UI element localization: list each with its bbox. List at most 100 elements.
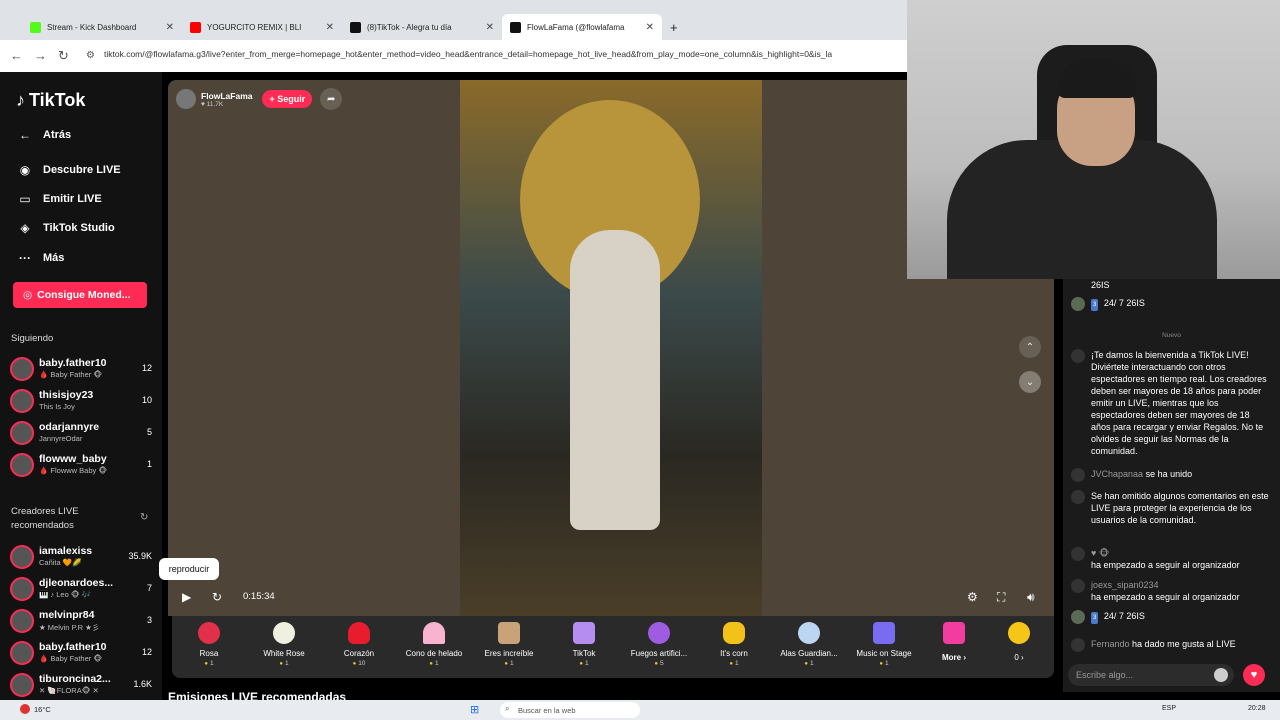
emoji-icon[interactable] [1214,668,1228,682]
chat-username[interactable]: JVChapanaa [1091,469,1143,479]
host-name[interactable]: FlowLaFama [201,91,252,101]
avatar [10,389,34,413]
gift-corazon[interactable]: Corazón 10 [324,622,394,667]
fullscreen-icon[interactable]: ⛶ [997,590,1005,605]
tab-title: Stream - Kick Dashboard [47,22,137,32]
close-icon[interactable]: ✕ [486,22,494,33]
gift-music-on-stage[interactable]: Music on Stage 1 [849,622,919,667]
chevron-down-icon[interactable]: ⌄ [1019,371,1041,393]
chat-message: joexs_sipan0234 ha empezado a seguir al o… [1071,579,1271,603]
close-icon[interactable]: ✕ [326,22,334,33]
gift-tiktok[interactable]: TikTok 1 [549,622,619,667]
live-video[interactable] [460,80,762,616]
gift-fireworks[interactable]: Fuegos artifici... 5 [624,622,694,667]
following-item[interactable]: flowww_baby 🩸 Flowww Baby 🐵 1 [10,451,152,479]
recommended-item[interactable]: melvinpr84 ★ Melvin P.R ★彡 3 [10,607,152,635]
chat-message: 3 24/ 7 26IS [1071,610,1271,624]
recommended-item[interactable]: baby.father10 🩸 Baby Father 🐵 12 [10,639,152,667]
gift-name: Cono de helado [405,649,463,658]
reload-icon[interactable]: ↻ [58,48,69,64]
new-tab-button[interactable]: + [662,14,682,40]
refresh-icon[interactable]: ↻ [212,590,222,604]
tiktok-logo-icon: ♪ [16,90,25,110]
like-heart-icon[interactable]: ♥ [1243,664,1265,686]
user-nickname: ★ Melvin P.R ★彡 [39,623,100,632]
avatar [10,357,34,381]
settings-icon[interactable]: ⚙ [967,590,978,604]
tiktok-icon [1071,490,1085,504]
gift-white-rose[interactable]: White Rose 1 [249,622,319,667]
get-coins-button[interactable]: ◎ Consigue Moned... [13,282,147,308]
search-placeholder: Buscar en la web [518,705,576,715]
close-icon[interactable]: ✕ [646,22,654,33]
logo-text: TikTok [29,90,86,110]
recommended-item[interactable]: djleonardoes... 🎹 ♪ Leo 🐵 🎶 7 [10,575,152,603]
tab-tiktok-home[interactable]: (8)TikTok - Alegra tu día ✕ [342,14,502,40]
more-gifts-button[interactable]: More › [919,622,989,662]
volume-icon[interactable]: 🔊︎ [1027,590,1035,605]
chat-text: ha dado me gusta al LIVE [1132,639,1236,649]
back-icon[interactable]: ← [10,48,23,63]
camera-icon: ▭ [19,192,31,206]
gift-price: 1 [849,660,919,667]
tiktok-icon [350,21,361,33]
language-indicator[interactable]: ESP [1162,705,1176,712]
chat-text: Se han omitido algunos comentarios en es… [1091,491,1269,525]
play-icon[interactable]: ▶ [182,590,191,604]
chat-text: 24/ 7 26IS [1103,298,1145,308]
recommended-item[interactable]: iamalexiss Cañita 🧡🌽 35.9K [10,543,152,571]
recommended-item[interactable]: tiburoncina2... ✕ 🐚FLORA🐵 ✕ 1.6K [10,671,152,699]
like-icon [1071,638,1085,652]
chat-input[interactable]: Escribe algo... [1068,664,1234,686]
tiktok-icon [510,21,521,33]
tab-kick-dashboard[interactable]: Stream - Kick Dashboard ✕ [22,14,182,40]
avatar[interactable] [1071,297,1085,311]
video-performer [570,230,660,530]
clock[interactable]: 20:28 [1248,705,1266,712]
share-icon[interactable]: ➦ [320,88,343,110]
tab-title: YOGURCITO REMIX | BLI [207,22,302,32]
gift-box-icon [943,622,965,644]
host-avatar[interactable] [176,89,196,109]
tab-youtube[interactable]: YOGURCITO REMIX | BLI ✕ [182,14,342,40]
refresh-icon[interactable]: ↻ [140,512,148,523]
nav-back[interactable]: ← Atrás [16,126,71,144]
user-name: thisisjoy23 [39,389,94,401]
gift-ice-cream[interactable]: Cono de helado 1 [399,622,469,667]
tiktok-logo[interactable]: ♪ TikTok [16,90,85,111]
chevron-up-icon[interactable]: ⌃ [1019,336,1041,358]
forward-icon[interactable]: → [34,48,47,63]
gift-rosa[interactable]: Rosa 1 [174,622,244,667]
nav-discover-live[interactable]: ◉ Descubre LIVE [16,161,121,179]
chat-username[interactable]: joexs_sipan0234 [1091,579,1271,591]
following-item[interactable]: baby.father10 🩸 Baby Father 🐵 12 [10,355,152,383]
notification-badge-icon[interactable] [20,704,30,714]
user-name: djleonardoes... [39,577,114,589]
following-item[interactable]: odarjannyre JannyreOdar 5 [10,419,152,447]
nav-label: Descubre LIVE [43,164,121,176]
follow-button[interactable]: + Seguir [262,90,313,108]
windows-start-icon[interactable]: ⊞ [470,703,479,716]
tab-flowlafama[interactable]: FlowLaFama (@flowlafama ✕ [502,14,662,40]
weather-widget[interactable]: 16°C [34,705,51,714]
nav-go-live[interactable]: ▭ Emitir LIVE [16,190,101,208]
chat-username[interactable]: ♥ 🐵 [1091,547,1271,559]
url-field[interactable]: tiktok.com/@flowlafama.g3/live?enter_fro… [104,49,904,59]
viewer-count: 12 [141,647,152,657]
taskbar-search[interactable]: ⌕ Buscar en la web [500,702,640,718]
stream-time: 0:15:34 [243,591,275,602]
site-info-icon[interactable]: ⚙ [86,50,95,61]
nav-more[interactable]: ··· Más [16,249,64,267]
avatar [10,577,34,601]
close-icon[interactable]: ✕ [166,22,174,33]
gift-its-corn[interactable]: It's corn 1 [699,622,769,667]
chat-username[interactable]: Fernando [1091,639,1130,649]
gift-guardian-wings[interactable]: Alas Guardian... 1 [774,622,844,667]
chat-message: 26IS [1071,279,1271,291]
gift-eres-increible[interactable]: Eres increíble 1 [474,622,544,667]
avatar[interactable] [1071,610,1085,624]
nav-tiktok-studio[interactable]: ◈ TikTok Studio [16,219,114,237]
following-item[interactable]: thisisjoy23 This Is Joy 10 [10,387,152,415]
coin-balance-button[interactable]: 0 › [984,622,1054,662]
more-label: More › [942,653,966,662]
